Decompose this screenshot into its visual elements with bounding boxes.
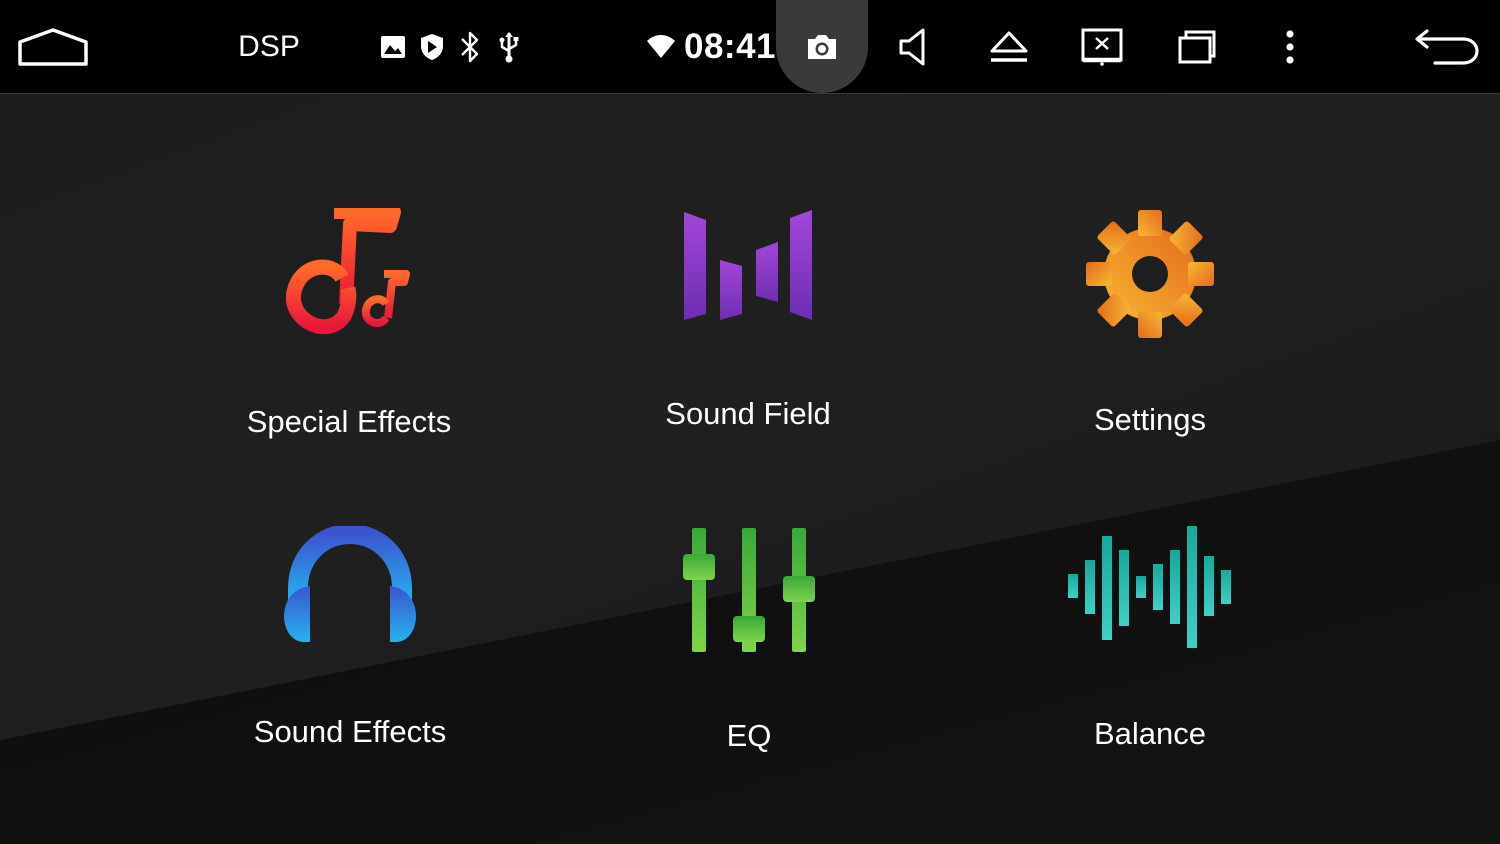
tile-label: Balance	[1093, 716, 1207, 751]
tile-sound-effects[interactable]: Sound Effects	[200, 520, 500, 780]
tile-label: Sound Field	[665, 396, 831, 431]
recent-apps-icon	[1178, 30, 1216, 63]
tile-special-effects[interactable]: Special Effects	[199, 200, 499, 460]
bluetooth-icon	[455, 0, 485, 93]
tile-sound-field[interactable]: Sound Field	[598, 200, 898, 460]
screenshot-button[interactable]	[776, 0, 868, 93]
home-icon	[18, 27, 88, 66]
equalizer-icon	[683, 528, 815, 652]
tile-label: EQ	[726, 718, 772, 753]
back-icon	[1415, 28, 1479, 65]
recent-apps-button[interactable]	[1170, 0, 1224, 93]
volume-button[interactable]	[888, 0, 942, 93]
more-button[interactable]	[1270, 0, 1310, 93]
gear-icon	[1086, 210, 1214, 338]
tile-balance[interactable]: Balance	[1000, 520, 1300, 780]
eject-icon	[990, 31, 1028, 62]
sound-field-icon	[684, 210, 812, 320]
gallery-icon	[378, 0, 408, 93]
status-bar: DSP 08:41	[0, 0, 1500, 94]
tile-label: Settings	[1093, 402, 1206, 437]
music-notes-icon	[285, 208, 410, 335]
eject-button[interactable]	[982, 0, 1036, 93]
app-title: DSP	[238, 29, 300, 63]
headphones-icon	[284, 526, 416, 642]
volume-icon	[899, 28, 925, 65]
more-icon	[1286, 29, 1294, 64]
tile-label: Sound Effects	[253, 714, 447, 749]
tile-eq[interactable]: EQ	[599, 520, 899, 780]
home-button[interactable]	[12, 0, 94, 93]
screen-off-icon	[1081, 28, 1123, 66]
wifi-icon	[644, 0, 678, 93]
back-button[interactable]	[1404, 0, 1490, 93]
tile-label: Special Effects	[246, 404, 452, 439]
camera-icon	[808, 34, 836, 59]
usb-icon	[495, 0, 523, 93]
dsp-screen: DSP 08:41 Special Effects Sound Field Se…	[0, 0, 1500, 844]
screen-off-button[interactable]	[1074, 0, 1130, 93]
clock: 08:41	[683, 26, 777, 66]
waveform-icon	[1068, 526, 1231, 648]
shield-icon	[417, 0, 447, 93]
tile-settings[interactable]: Settings	[1000, 200, 1300, 460]
